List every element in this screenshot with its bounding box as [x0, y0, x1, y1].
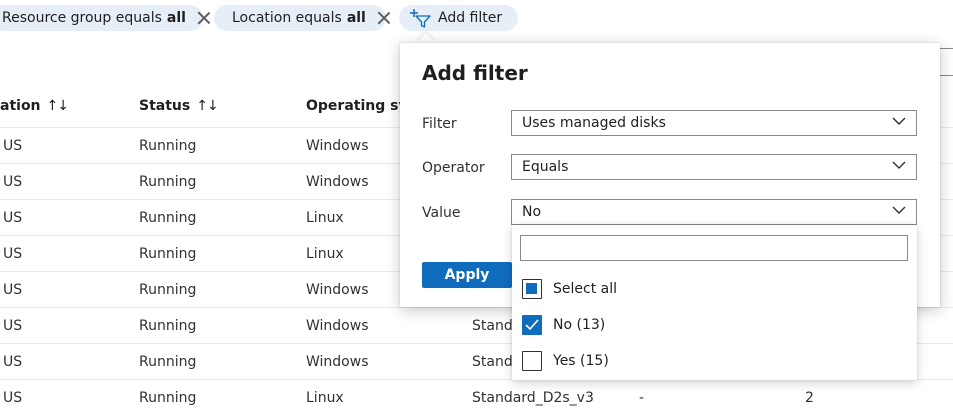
- table-cell-status: Running: [139, 138, 197, 154]
- operator-select[interactable]: Equals: [511, 154, 917, 180]
- option-select-all[interactable]: Select all: [522, 278, 617, 300]
- table-cell-status: Running: [139, 318, 197, 334]
- chevron-down-icon: [892, 206, 906, 214]
- checkbox-partial[interactable]: [522, 279, 542, 299]
- chevron-down-icon: [892, 161, 906, 169]
- filter-pill-value: all: [166, 10, 186, 26]
- table-cell-c5: -: [639, 390, 645, 406]
- value-select-value: No: [522, 204, 542, 220]
- filter-pill-text: Location equals: [232, 10, 342, 26]
- table-cell-loc: US: [3, 318, 23, 334]
- add-filter-icon: [410, 9, 431, 28]
- sort-icon: ↑↓: [46, 98, 69, 114]
- add-filter-label: Add filter: [438, 10, 503, 26]
- value-search-input[interactable]: [520, 235, 908, 261]
- table-cell-loc: US: [3, 354, 23, 370]
- chevron-down-icon: [892, 117, 906, 125]
- close-icon[interactable]: [378, 12, 386, 24]
- close-icon[interactable]: [198, 12, 203, 24]
- table-cell-size: Standard_D2s_v3: [472, 390, 594, 406]
- option-no[interactable]: No (13): [522, 314, 605, 336]
- table-cell-os: Windows: [306, 354, 369, 370]
- option-yes[interactable]: Yes (15): [522, 350, 609, 372]
- table-cell-status: Running: [139, 174, 197, 190]
- table-cell-os: Linux: [306, 210, 344, 226]
- operator-label: Operator: [422, 160, 485, 176]
- table-cell-loc: US: [3, 246, 23, 262]
- filter-pill-text: Resource group equals: [2, 10, 162, 26]
- value-dropdown-list: Select all No (13) Yes (15): [512, 225, 917, 380]
- column-header-location[interactable]: ation ↑↓: [0, 98, 69, 114]
- table-cell-os: Linux: [306, 390, 344, 406]
- operator-select-value: Equals: [522, 159, 569, 175]
- column-header-status[interactable]: Status ↑↓: [139, 98, 219, 114]
- table-cell-loc: US: [3, 174, 23, 190]
- filter-label: Filter: [422, 116, 457, 132]
- filter-pill-value: all: [346, 10, 366, 26]
- table-cell-os: Windows: [306, 138, 369, 154]
- filter-select[interactable]: Uses managed disks: [511, 110, 917, 136]
- table-cell-status: Running: [139, 354, 197, 370]
- option-label: No (13): [553, 317, 606, 333]
- option-label: Select all: [553, 281, 617, 297]
- apply-button[interactable]: Apply: [422, 262, 512, 288]
- table-row[interactable]: US Running Linux Standard_D2s_v3 - 2: [0, 379, 953, 415]
- table-cell-os: Windows: [306, 318, 369, 334]
- filter-pill-resource-group[interactable]: Resource group equals all: [0, 5, 203, 31]
- dialog-title: Add filter: [422, 61, 528, 85]
- table-cell-os: Windows: [306, 282, 369, 298]
- sort-icon: ↑↓: [196, 98, 218, 114]
- table-cell-c6: 2: [805, 390, 814, 406]
- checkbox-unchecked[interactable]: [522, 351, 542, 371]
- column-header-label: Status: [139, 98, 191, 114]
- value-select[interactable]: No: [511, 199, 917, 225]
- column-header-label: ation: [0, 98, 41, 114]
- table-cell-os: Linux: [306, 246, 344, 262]
- table-cell-status: Running: [139, 246, 197, 262]
- checkmark-icon: [525, 319, 539, 331]
- filter-select-value: Uses managed disks: [522, 115, 666, 131]
- column-picker-select[interactable]: [939, 48, 953, 76]
- table-cell-loc: US: [3, 138, 23, 154]
- add-filter-button[interactable]: Add filter: [399, 5, 518, 31]
- table-cell-status: Running: [139, 282, 197, 298]
- table-cell-loc: US: [3, 210, 23, 226]
- table-cell-os: Windows: [306, 174, 369, 190]
- filter-pill-location[interactable]: Location equals all: [214, 5, 386, 31]
- table-cell-loc: US: [3, 390, 23, 406]
- option-label: Yes (15): [553, 353, 609, 369]
- value-label: Value: [422, 205, 461, 221]
- table-cell-loc: US: [3, 282, 23, 298]
- table-cell-status: Running: [139, 390, 197, 406]
- checkbox-checked[interactable]: [522, 315, 542, 335]
- table-cell-status: Running: [139, 210, 197, 226]
